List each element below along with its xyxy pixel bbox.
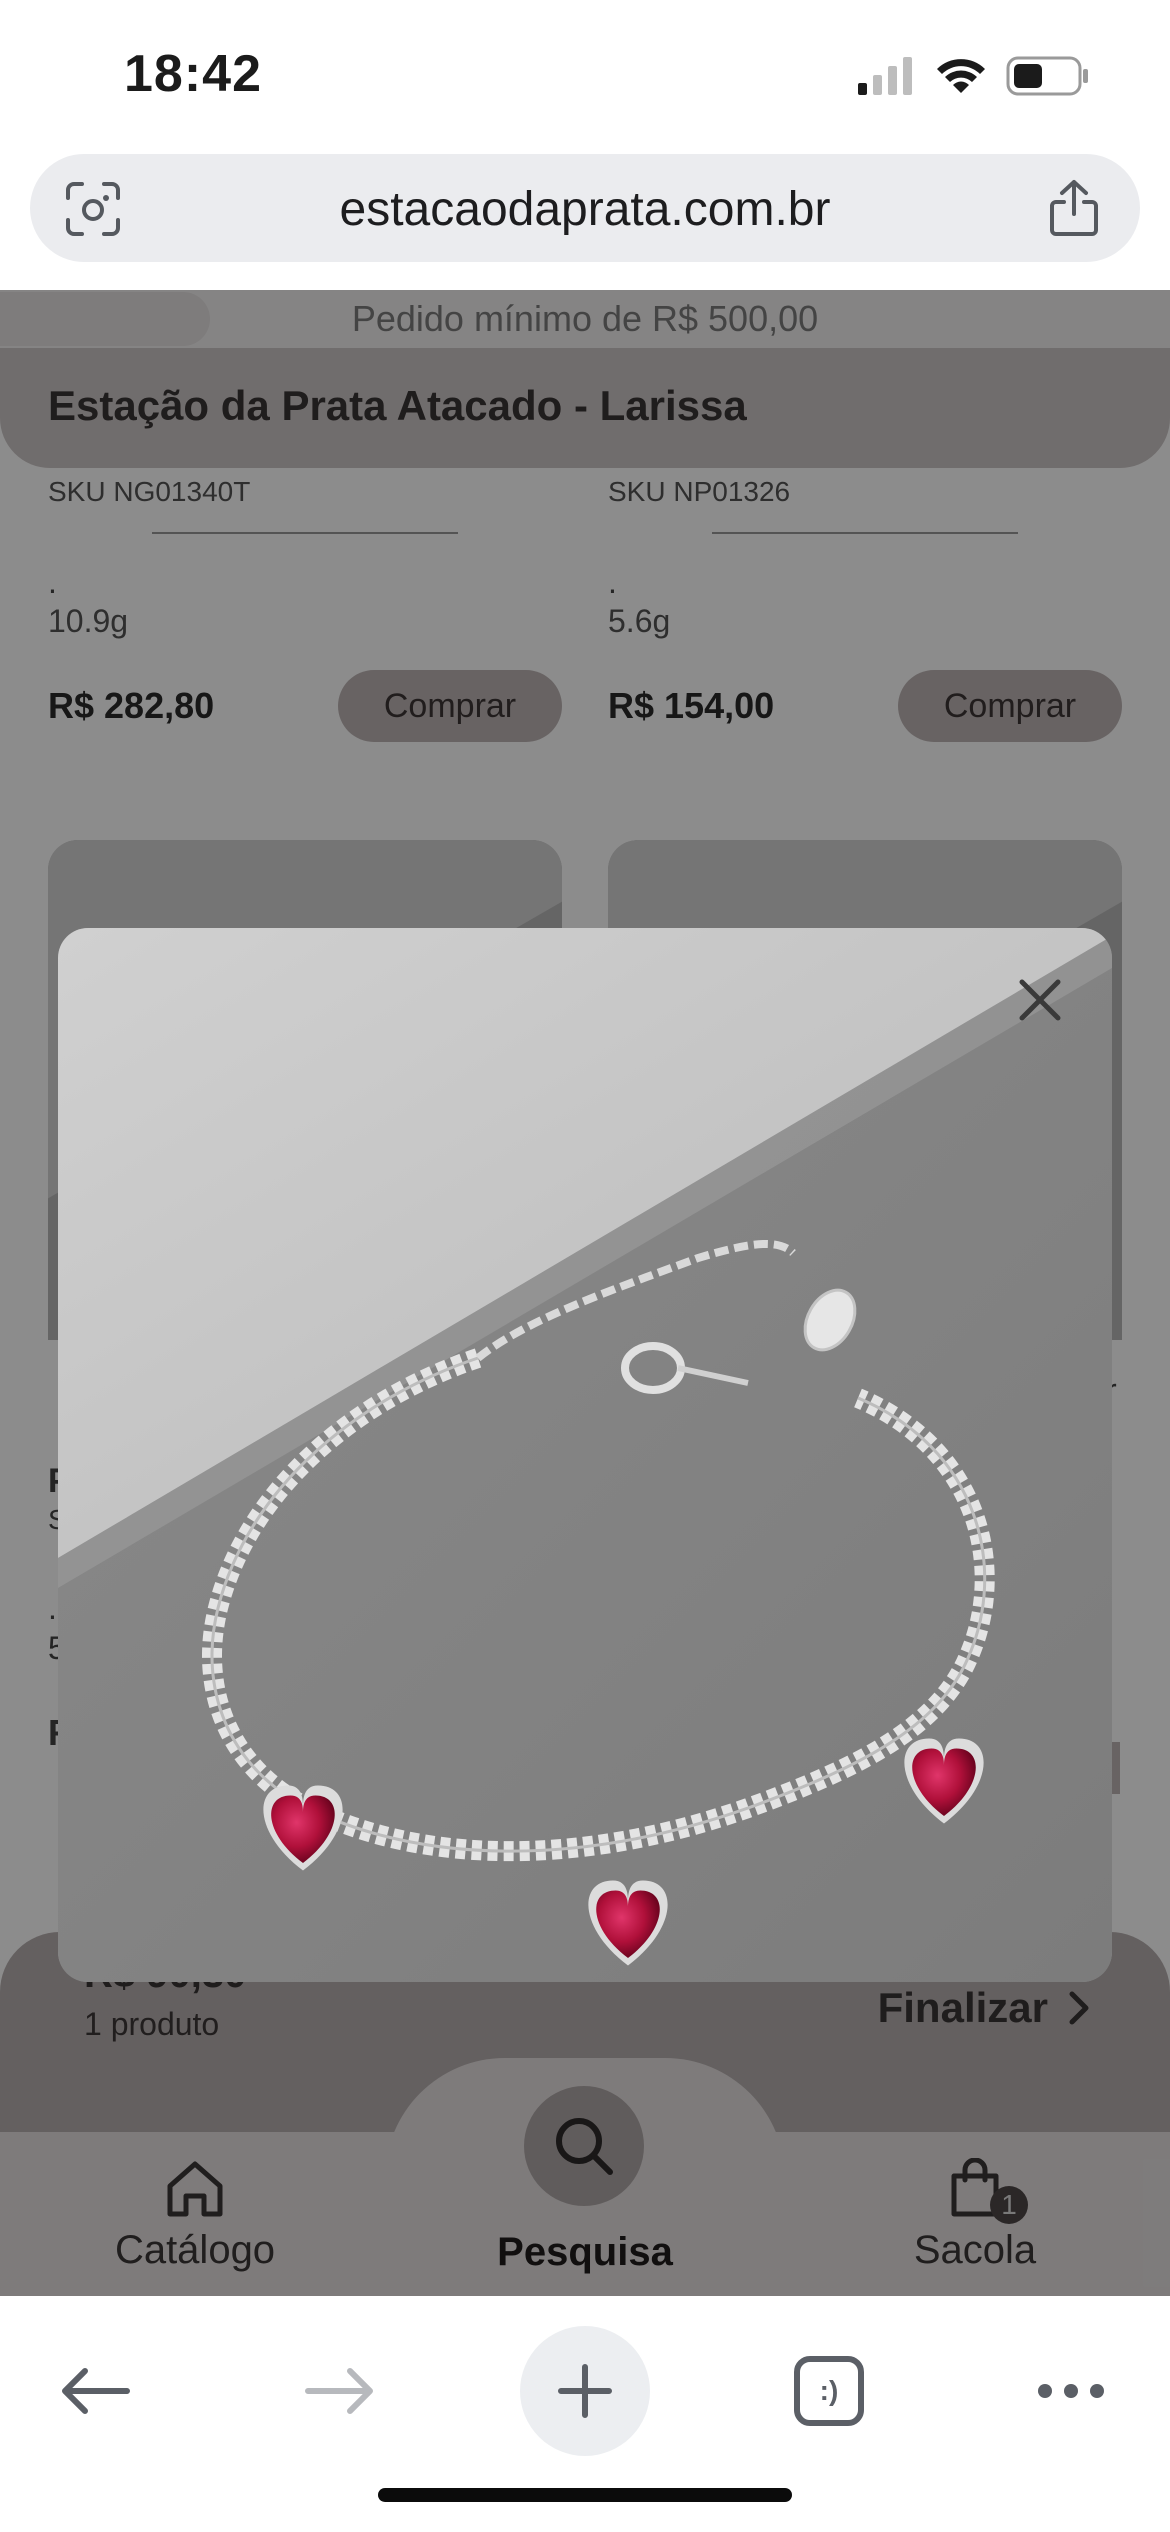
new-tab-button[interactable] [520, 2326, 650, 2456]
back-button[interactable] [30, 2326, 160, 2456]
cellular-signal-icon [858, 57, 912, 95]
forward-arrow-icon [305, 2368, 373, 2414]
status-icons [858, 56, 1090, 96]
url-text: estacaodaprata.com.br [339, 183, 831, 236]
status-bar: 18:42 [0, 0, 1170, 150]
browser-toolbar: :) [0, 2296, 1170, 2532]
new-tab-plus-icon [558, 2364, 612, 2418]
back-arrow-icon [62, 2368, 130, 2414]
tab-switcher-icon: :) [794, 2356, 864, 2426]
share-icon[interactable] [1046, 178, 1102, 238]
status-time: 18:42 [124, 45, 262, 103]
address-bar[interactable]: estacaodaprata.com.br [30, 154, 1140, 262]
wifi-icon [937, 59, 985, 93]
url-bar-container: estacaodaprata.com.br [0, 150, 1170, 290]
home-indicator [378, 2488, 792, 2502]
tab-switcher-button[interactable]: :) [764, 2326, 894, 2456]
more-options-icon [1038, 2384, 1104, 2398]
product-image-modal [58, 928, 1112, 1982]
forward-button[interactable] [275, 2326, 405, 2456]
more-button[interactable] [1006, 2326, 1136, 2456]
battery-icon [1006, 56, 1088, 96]
close-icon[interactable] [1012, 972, 1068, 1028]
tab-switcher-label: :) [819, 2375, 839, 2406]
product-image [58, 928, 1112, 1982]
